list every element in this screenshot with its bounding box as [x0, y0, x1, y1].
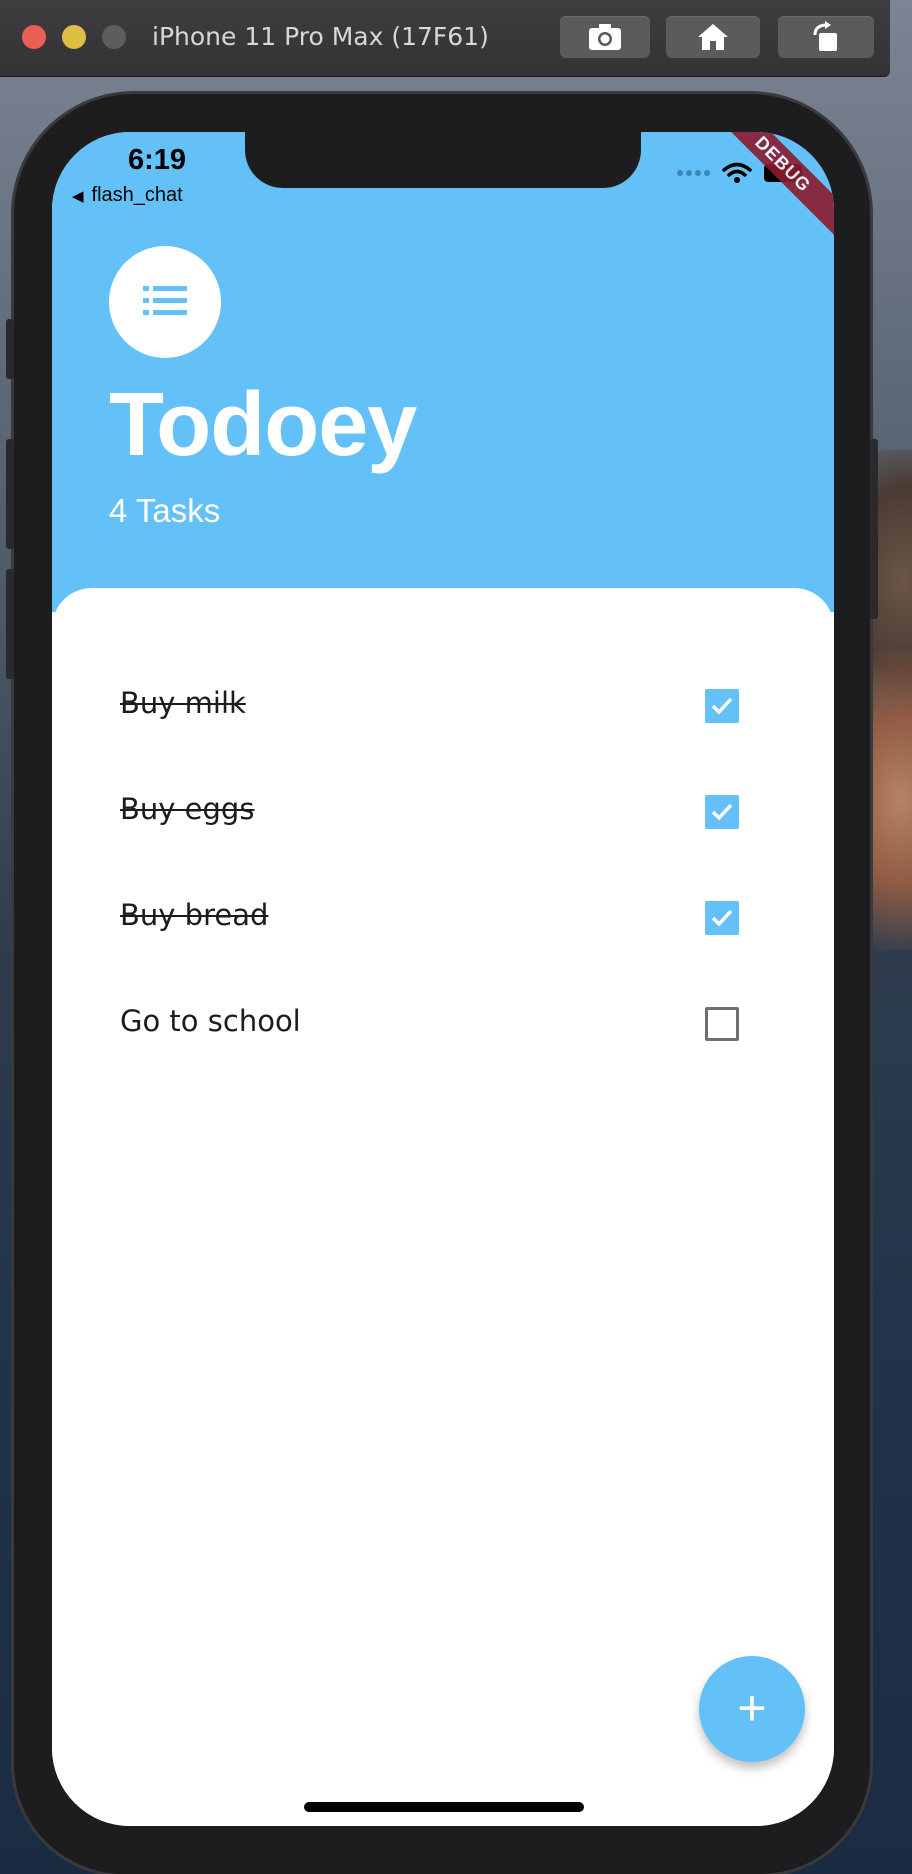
- simulator-toolbar: iPhone 11 Pro Max (17F61): [0, 0, 890, 77]
- task-count: 4 Tasks: [109, 492, 221, 529]
- task-checkbox[interactable]: [705, 795, 739, 829]
- wifi-icon: [722, 162, 752, 183]
- silent-switch: [6, 319, 14, 379]
- check-icon: [711, 909, 733, 927]
- check-icon: [711, 697, 733, 715]
- app-title: Todoey: [109, 375, 417, 475]
- debug-banner: DEBUG: [705, 132, 834, 242]
- app-header: 6:19 ◀ flash_chat DEBUG Todoey 4 Tasks: [52, 132, 834, 612]
- task-label: Buy eggs: [120, 792, 255, 826]
- close-window-button[interactable]: [22, 25, 46, 49]
- volume-up-button: [6, 439, 14, 549]
- screenshot-icon: [589, 24, 621, 50]
- minimize-window-button[interactable]: [62, 25, 86, 49]
- task-list: Buy milk Buy eggs Buy bread Go to school: [52, 588, 834, 1826]
- back-triangle-icon: ◀: [72, 188, 84, 205]
- add-task-button[interactable]: +: [699, 1656, 805, 1762]
- check-icon: [711, 803, 733, 821]
- task-row[interactable]: Buy milk: [120, 666, 760, 746]
- task-label: Go to school: [120, 1004, 301, 1038]
- volume-down-button: [6, 569, 14, 679]
- home-indicator[interactable]: [304, 1802, 584, 1812]
- cellular-signal-icon: [677, 170, 710, 176]
- rotate-button[interactable]: [778, 16, 874, 58]
- task-checkbox[interactable]: [705, 901, 739, 935]
- task-row[interactable]: Buy bread: [120, 878, 760, 958]
- notch: [245, 132, 641, 188]
- task-row[interactable]: Buy eggs: [120, 772, 760, 852]
- back-to-app-link[interactable]: ◀ flash_chat: [72, 184, 183, 207]
- rotate-icon: [813, 21, 837, 51]
- task-checkbox[interactable]: [705, 1007, 739, 1041]
- task-checkbox[interactable]: [705, 689, 739, 723]
- simulator-title: iPhone 11 Pro Max (17F61): [152, 22, 489, 51]
- list-icon: [143, 286, 187, 315]
- task-row[interactable]: Go to school: [120, 984, 760, 1064]
- home-icon: [698, 24, 728, 50]
- task-label: Buy milk: [120, 686, 246, 720]
- zoom-window-button[interactable]: [102, 25, 126, 49]
- task-label: Buy bread: [120, 898, 269, 932]
- home-button[interactable]: [666, 16, 760, 58]
- back-app-name: flash_chat: [91, 184, 183, 206]
- header-icon-circle: [109, 246, 221, 358]
- screenshot-button[interactable]: [560, 16, 650, 58]
- power-button: [870, 439, 878, 619]
- status-time: 6:19: [128, 144, 187, 176]
- phone-screen: 6:19 ◀ flash_chat DEBUG Todoey 4 Tasks B…: [52, 132, 834, 1826]
